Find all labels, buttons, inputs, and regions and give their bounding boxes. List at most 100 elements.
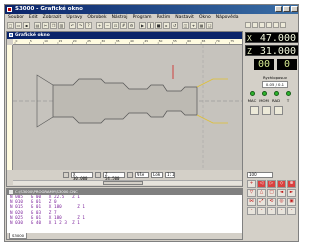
zoom-z-field[interactable]: Z 54,500 mm bbox=[103, 172, 125, 185]
local-mode-select[interactable]: Lok bbox=[151, 172, 163, 178]
window-icon[interactable]: ❏ bbox=[206, 22, 213, 29]
info-icon[interactable] bbox=[273, 22, 279, 28]
ruler-label: 0 bbox=[16, 39, 18, 43]
copy-icon[interactable]: ❐ bbox=[50, 22, 57, 29]
reset-icon[interactable]: ↺ bbox=[171, 22, 178, 29]
maximize-button[interactable] bbox=[283, 6, 290, 12]
view-icon[interactable] bbox=[245, 22, 251, 28]
key-forward[interactable]: ► bbox=[287, 189, 296, 197]
ruler-label: 60 bbox=[187, 39, 191, 43]
tab-s3000[interactable]: S3000 bbox=[9, 233, 28, 239]
tool-icon[interactable] bbox=[252, 22, 258, 28]
view-button[interactable] bbox=[274, 106, 283, 115]
zoom-in-icon[interactable]: + bbox=[96, 22, 103, 29]
key-blank-3[interactable]: - bbox=[267, 207, 276, 215]
key-square[interactable]: □ bbox=[267, 189, 276, 197]
horizontal-scrollbar[interactable] bbox=[13, 180, 242, 185]
key-rotate[interactable]: ⟲ bbox=[267, 198, 276, 206]
redo-icon[interactable]: ↷ bbox=[77, 22, 84, 29]
settings-icon[interactable]: ⚙ bbox=[128, 22, 135, 29]
key-expand[interactable]: ⤢ bbox=[257, 198, 266, 206]
key-plus[interactable]: + bbox=[247, 180, 256, 188]
key-blank-5[interactable]: - bbox=[287, 207, 296, 215]
scale-select[interactable]: 1:1 bbox=[165, 172, 175, 178]
minimize-button[interactable] bbox=[275, 6, 282, 12]
menu-edit[interactable]: Edit bbox=[29, 14, 38, 21]
view-mode-select[interactable]: Vše bbox=[135, 172, 149, 178]
z-coordinate-value: 31.000 bbox=[259, 46, 296, 57]
print-icon[interactable]: ▤ bbox=[34, 22, 41, 29]
close-button[interactable] bbox=[291, 6, 298, 12]
menu-zobrazit[interactable]: Zobrazit bbox=[43, 14, 62, 21]
ruler-label: 5 bbox=[30, 39, 32, 43]
key-center[interactable]: ⊕ bbox=[287, 180, 296, 188]
menu-napoveda[interactable]: Nápověda bbox=[216, 14, 239, 21]
window-icon[interactable] bbox=[266, 22, 272, 28]
key-diamond[interactable]: ◇ bbox=[277, 180, 286, 188]
pause-icon[interactable]: ‖ bbox=[147, 22, 154, 29]
key-right[interactable]: ▷ bbox=[267, 180, 276, 188]
new-icon[interactable]: □ bbox=[7, 22, 14, 29]
keypad-input[interactable]: 100 bbox=[247, 172, 273, 178]
menu-program[interactable]: Program bbox=[133, 14, 152, 21]
pan-left-button[interactable] bbox=[63, 172, 69, 178]
ruler-label: 20 bbox=[73, 39, 77, 43]
graphic-window-title: Grafické okno bbox=[15, 33, 50, 38]
ruler-label: 35 bbox=[116, 39, 120, 43]
zoom-out-icon[interactable]: − bbox=[104, 22, 111, 29]
menu-obrobek[interactable]: Obrobek bbox=[87, 14, 106, 21]
zoom-x-field[interactable]: X 30,000 mm bbox=[71, 172, 93, 185]
run-icon[interactable]: ▶ bbox=[139, 22, 146, 29]
scrollbar-thumb[interactable] bbox=[103, 181, 143, 185]
paste-icon[interactable]: ▥ bbox=[58, 22, 65, 29]
key-back[interactable]: ◄ bbox=[277, 189, 286, 197]
key-down[interactable]: ▽ bbox=[247, 189, 256, 197]
view-icon[interactable]: ◫ bbox=[182, 22, 189, 29]
ruler-label: 15 bbox=[58, 39, 62, 43]
key-join[interactable]: ⋈ bbox=[247, 198, 256, 206]
feed-display: 00 bbox=[254, 59, 274, 70]
ruler-label: 70 bbox=[216, 39, 220, 43]
cut-icon[interactable]: ✂ bbox=[42, 22, 49, 29]
led-t bbox=[286, 91, 291, 96]
key-left[interactable]: ◁ bbox=[257, 180, 266, 188]
speed-field[interactable]: 0.05 / 0.1 bbox=[262, 81, 288, 88]
key-blank-2[interactable]: - bbox=[257, 207, 266, 215]
save-icon[interactable]: ▪ bbox=[23, 22, 30, 29]
help-icon[interactable]: ? bbox=[85, 22, 92, 29]
zoom-fit-icon[interactable]: ⊡ bbox=[112, 22, 119, 29]
grid-button[interactable] bbox=[262, 106, 271, 115]
led-label-mom: MOM bbox=[259, 98, 269, 103]
program-line[interactable]: N 030 G 40 X 1 2 3 Z 1 bbox=[10, 221, 242, 226]
menu-okno[interactable]: Okno bbox=[199, 14, 211, 21]
step-icon[interactable]: ▸ bbox=[163, 22, 170, 29]
menu-nastroj[interactable]: Nástroj bbox=[112, 14, 128, 21]
toolpath-canvas[interactable] bbox=[13, 45, 242, 170]
editor-text[interactable]: N 005 G 00 X 22.5 Z 1 N 010 G 01 Z 0 N 0… bbox=[7, 195, 242, 233]
grid-icon[interactable]: # bbox=[120, 22, 127, 29]
undo-icon[interactable]: ↶ bbox=[69, 22, 76, 29]
table-icon[interactable] bbox=[259, 22, 265, 28]
toolbar-separator bbox=[66, 22, 68, 29]
stop-icon[interactable]: ■ bbox=[155, 22, 162, 29]
toolbar-separator bbox=[31, 22, 33, 29]
open-icon[interactable]: ▭ bbox=[15, 22, 22, 29]
menu-rezim[interactable]: Režim bbox=[157, 14, 171, 21]
zoom-reset-button[interactable] bbox=[127, 172, 133, 178]
keypad: 100 + ◁ ▷ ◇ ⊕ ▽ △ □ ◄ ► ⋈ ⤢ ⟲ ◎ ▣ - - - … bbox=[245, 172, 298, 215]
key-blank-4[interactable]: - bbox=[277, 207, 286, 215]
graphic-window: Grafické okno 0 5 10 15 20 25 30 35 40 45 50 55 60 65… bbox=[6, 31, 243, 187]
key-box[interactable]: ▣ bbox=[287, 198, 296, 206]
settings-button[interactable] bbox=[250, 106, 259, 115]
pan-right-button[interactable] bbox=[95, 172, 101, 178]
table-icon[interactable]: ▦ bbox=[198, 22, 205, 29]
menu-nastavit[interactable]: Nastavit bbox=[175, 14, 194, 21]
key-up[interactable]: △ bbox=[257, 189, 266, 197]
key-target[interactable]: ◎ bbox=[277, 198, 286, 206]
menu-upravy[interactable]: Úpravy bbox=[66, 14, 82, 21]
zoom-fit-icon[interactable] bbox=[280, 22, 286, 28]
ruler-label: 65 bbox=[202, 39, 206, 43]
menu-soubor[interactable]: Soubor bbox=[8, 14, 24, 21]
key-blank-1[interactable]: - bbox=[247, 207, 256, 215]
tool-icon[interactable]: ⌖ bbox=[190, 22, 197, 29]
